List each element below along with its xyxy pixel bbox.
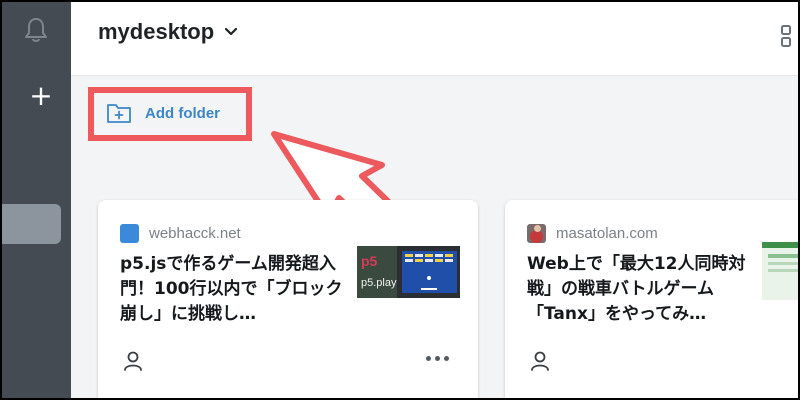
bookmark-card[interactable]: masatolan.com Web上で「最大12人同時対戦」の戦車バトルゲーム「… xyxy=(505,200,798,398)
source-name: webhacck.net xyxy=(149,225,241,242)
sidebar-item-active-desktop[interactable] xyxy=(2,204,61,244)
svg-text:p5: p5 xyxy=(361,253,378,269)
desktop-switcher[interactable]: mydesktop xyxy=(98,19,238,45)
site-favicon xyxy=(527,224,546,243)
header: mydesktop xyxy=(71,2,798,76)
add-folder-button[interactable]: Add folder xyxy=(106,101,220,125)
user-icon[interactable] xyxy=(122,350,144,372)
card-thumbnail: p5 p5.play xyxy=(357,246,460,298)
bell-icon[interactable] xyxy=(23,16,49,44)
source-name: masatolan.com xyxy=(556,225,658,242)
site-favicon xyxy=(120,224,139,243)
thumbnail-text: p5.play xyxy=(361,277,397,289)
card-title[interactable]: Web上で「最大12人同時対戦」の戦車バトルゲーム「Tanx」をやってみ… xyxy=(527,252,763,327)
bookmark-card[interactable]: webhacck.net p5.jsで作るゲーム開発超入門！100行以内で「ブロ… xyxy=(98,200,478,398)
add-desktop-icon[interactable]: + xyxy=(28,82,54,110)
folder-plus-icon xyxy=(107,104,131,123)
app-window: + mydesktop Add folder webhacck.net p5.j… xyxy=(2,2,798,398)
card-thumbnail xyxy=(762,242,798,300)
layout-grid-icon[interactable] xyxy=(780,24,798,48)
user-icon[interactable] xyxy=(529,350,551,372)
more-options-icon[interactable] xyxy=(426,352,452,364)
page-title: mydesktop xyxy=(98,19,215,44)
card-source: masatolan.com xyxy=(527,224,658,243)
chevron-down-icon xyxy=(225,27,238,36)
add-folder-label: Add folder xyxy=(145,104,220,122)
sidebar: + xyxy=(2,2,71,398)
card-title[interactable]: p5.jsで作るゲーム開発超入門！100行以内で「ブロック崩し」に挑戦し… xyxy=(120,252,356,327)
card-source: webhacck.net xyxy=(120,224,241,243)
